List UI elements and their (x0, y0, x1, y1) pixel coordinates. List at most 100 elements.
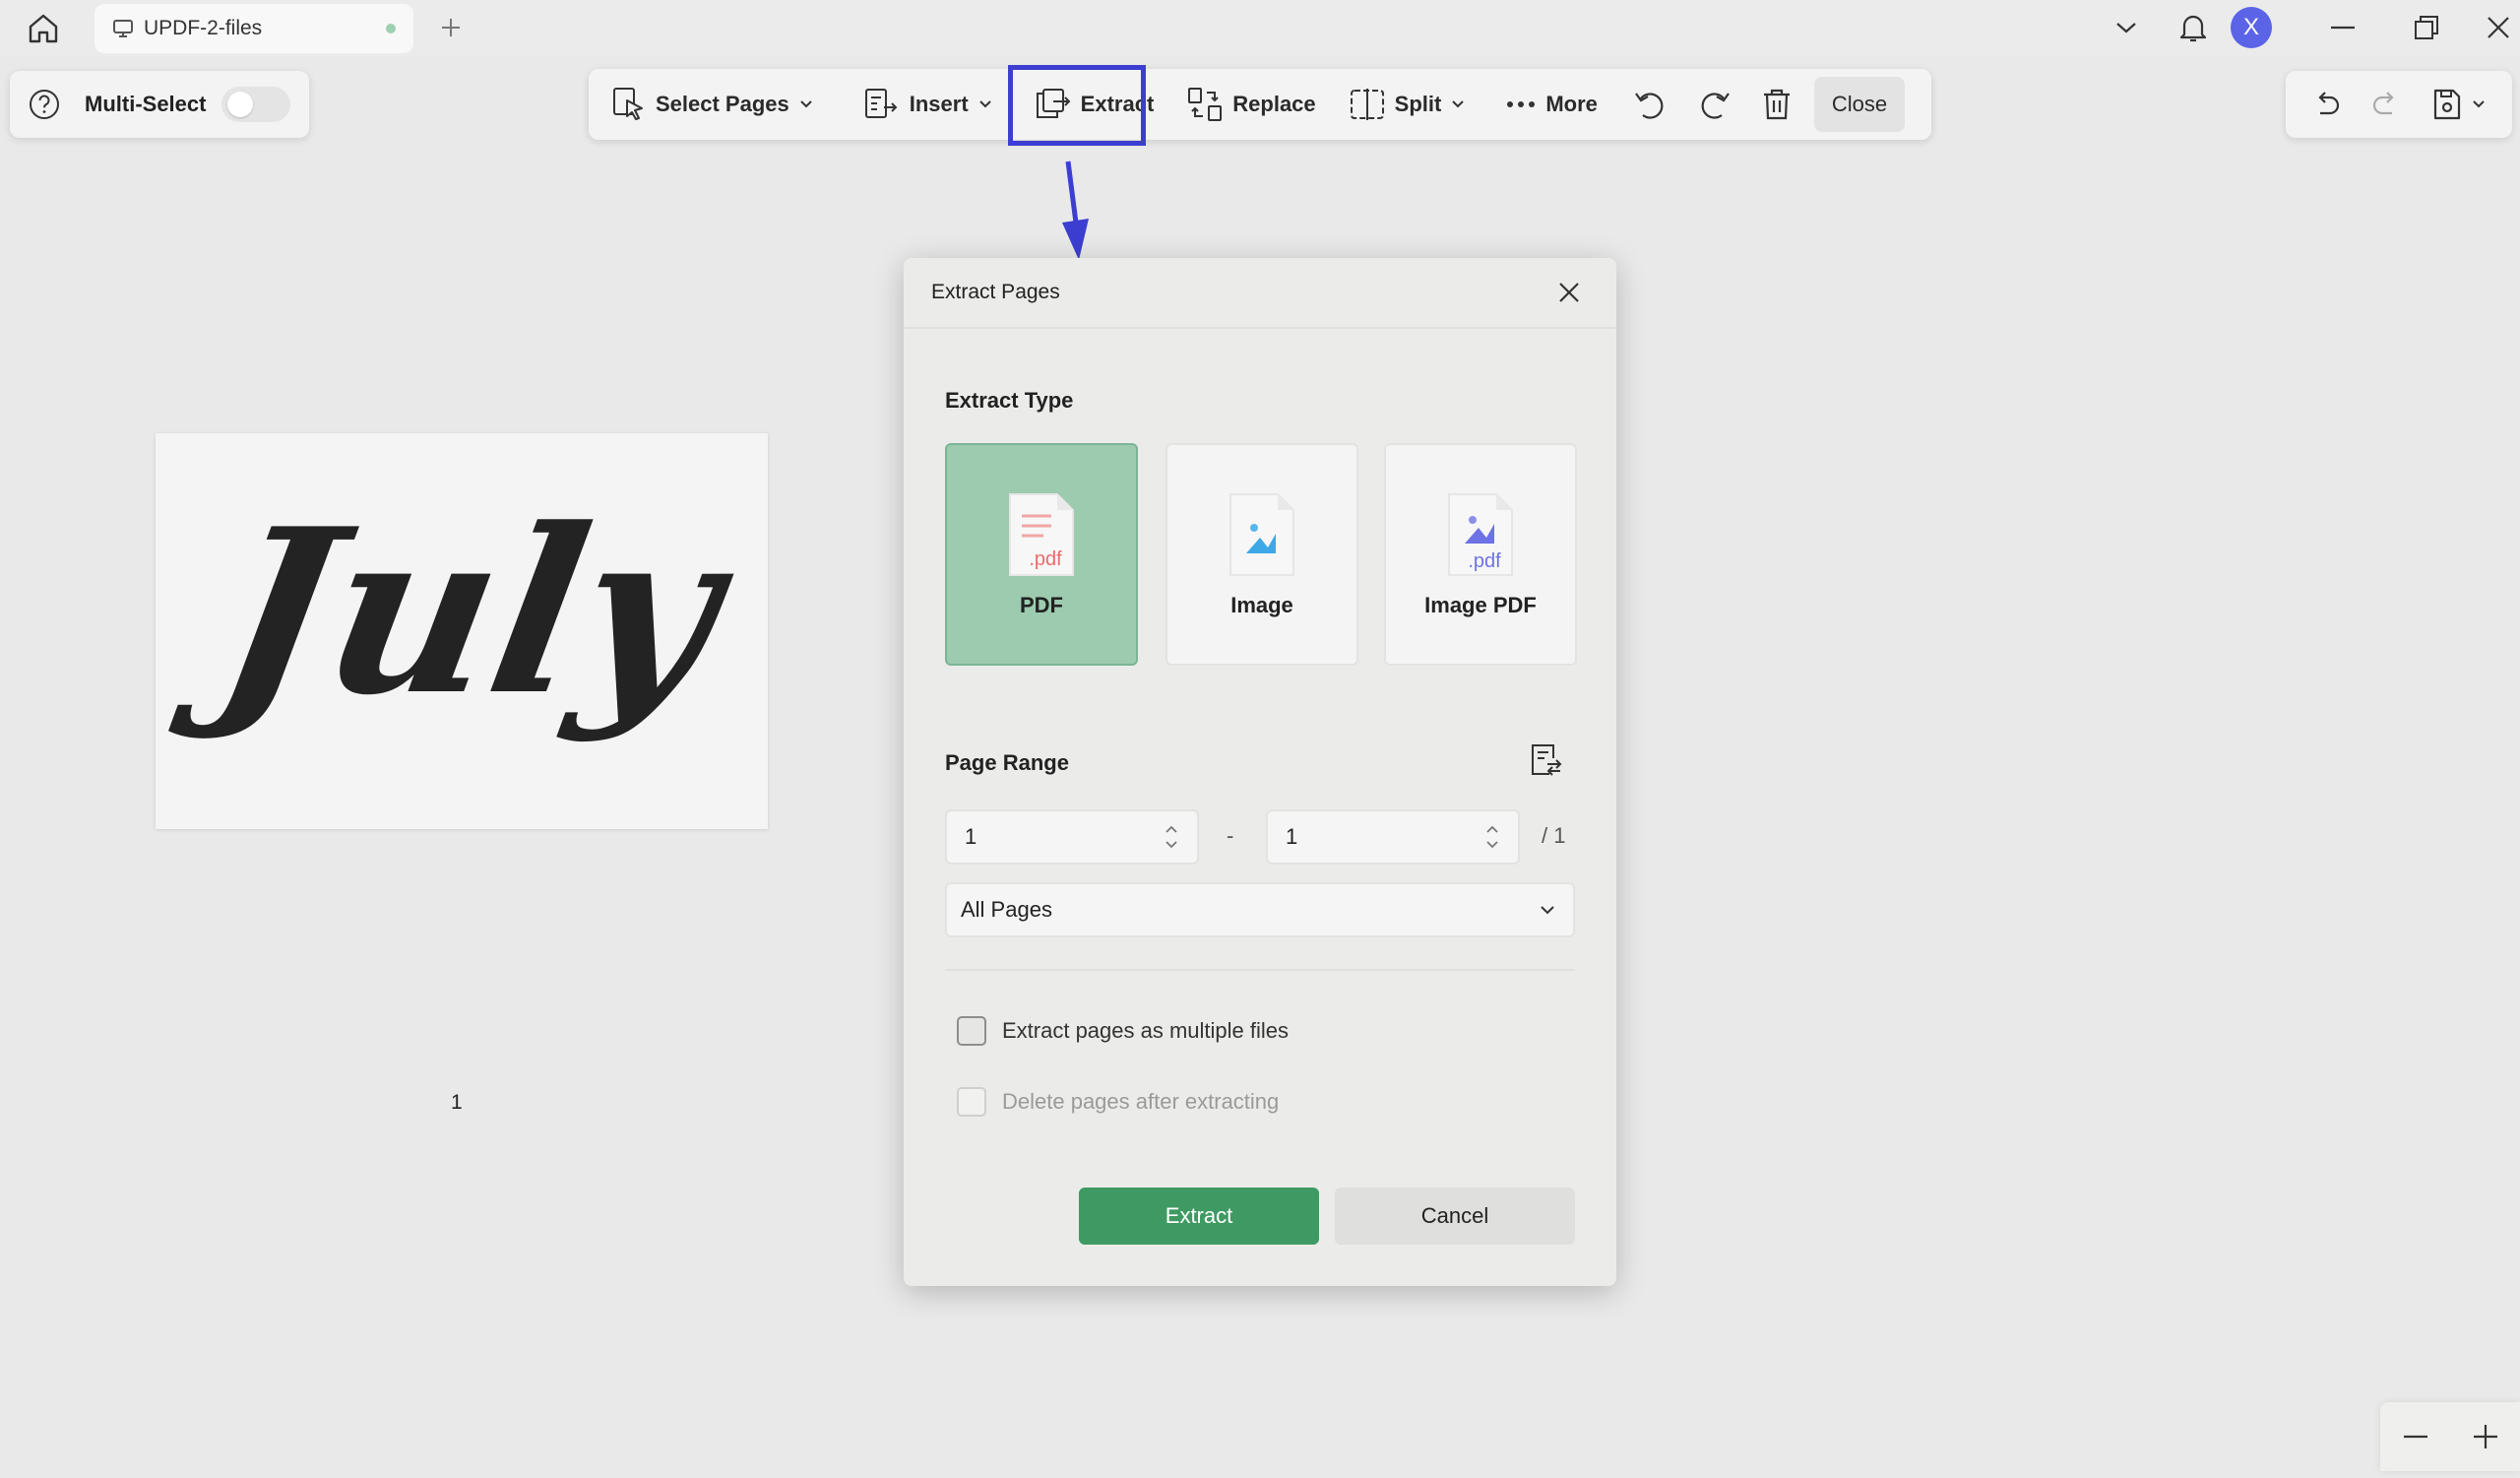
pdf-ext-text: .pdf (1468, 550, 1501, 572)
avatar[interactable]: X (2231, 7, 2272, 48)
window-controls: X (2097, 0, 2520, 55)
multi-select-panel: Multi-Select (10, 71, 309, 138)
range-option-select[interactable]: All Pages (945, 882, 1575, 937)
chevron-down-icon (1541, 906, 1554, 915)
range-from-input[interactable]: 1 (945, 809, 1199, 865)
redo-icon[interactable] (2372, 92, 2400, 117)
arrow-annotation (1062, 161, 1089, 260)
delete-after-extract-checkbox (957, 1087, 986, 1117)
page-content: July (165, 479, 751, 745)
close-window-button[interactable] (2459, 16, 2520, 39)
page-script-text: July (165, 479, 751, 745)
stepper-icon[interactable] (1164, 822, 1179, 852)
extract-type-title: Extract Type (945, 388, 1074, 413)
divider (945, 969, 1575, 971)
extract-multiple-checkbox[interactable] (957, 1016, 986, 1046)
type-label-image-pdf: Image PDF (1424, 593, 1537, 617)
chevron-down-icon (1452, 100, 1465, 108)
rotate-right-icon (1701, 93, 1730, 119)
more-button[interactable]: More (1496, 77, 1607, 132)
range-total: / 1 (1542, 823, 1566, 848)
image-pdf-file-icon: .pdf (1448, 493, 1513, 576)
range-to-value: 1 (1286, 824, 1298, 849)
type-card-image[interactable]: Image (1166, 443, 1358, 666)
select-pages-button[interactable]: Select Pages (602, 77, 823, 132)
chevron-down-icon (2116, 23, 2136, 33)
replace-icon (1188, 88, 1223, 121)
pdf-ext-text: .pdf (1029, 548, 1062, 570)
rotate-left-icon (1634, 93, 1664, 119)
toggle-knob (227, 92, 254, 117)
stepper-icon[interactable] (1484, 822, 1500, 852)
cancel-button[interactable]: Cancel (1335, 1188, 1575, 1245)
zoom-out-icon[interactable] (2403, 1435, 2427, 1439)
range-dash: - (1227, 823, 1234, 848)
rotate-right-button[interactable] (1682, 77, 1745, 132)
zoom-controls (2380, 1402, 2520, 1471)
type-label-pdf: PDF (1020, 593, 1063, 617)
chevron-down-icon (978, 100, 991, 108)
chevron-down-icon (2473, 100, 2486, 108)
close-icon (2488, 17, 2509, 38)
extract-multiple-files-option[interactable]: Extract pages as multiple files (957, 1016, 1289, 1046)
type-card-image-pdf[interactable]: .pdf Image PDF (1384, 443, 1577, 666)
insert-label: Insert (909, 92, 969, 116)
help-icon[interactable] (28, 88, 61, 121)
unsaved-dot (386, 24, 396, 33)
home-icon (29, 14, 58, 43)
tab-title: UPDF-2-files (144, 17, 263, 39)
trash-icon (1763, 89, 1790, 120)
document-tab[interactable]: UPDF-2-files (94, 4, 413, 53)
image-file-icon (1229, 493, 1294, 576)
zoom-in-icon[interactable] (2473, 1425, 2497, 1448)
replace-button[interactable]: Replace (1177, 77, 1325, 132)
chevron-down-icon (800, 100, 812, 108)
restore-icon (2415, 16, 2438, 39)
type-card-pdf[interactable]: .pdf PDF (945, 443, 1138, 666)
page-range-title: Page Range (945, 750, 1069, 775)
save-icon (2434, 89, 2461, 120)
delete-after-extract-label: Delete pages after extracting (1002, 1089, 1280, 1114)
close-mode-button[interactable]: Close (1813, 77, 1906, 132)
delete-button[interactable] (1745, 77, 1808, 132)
extract-multiple-label: Extract pages as multiple files (1002, 1018, 1290, 1043)
extract-highlight-box (1008, 65, 1146, 146)
notifications-button[interactable] (2156, 12, 2231, 43)
type-label-image: Image (1230, 593, 1293, 617)
page-thumbnail[interactable]: July (156, 433, 768, 829)
select-pages-icon (613, 88, 643, 120)
history-panel (2286, 71, 2512, 138)
multi-select-toggle[interactable] (221, 87, 291, 122)
select-pages-label: Select Pages (656, 92, 789, 116)
insert-icon (864, 89, 898, 118)
new-tab-button[interactable] (429, 6, 472, 49)
more-icon (1507, 101, 1536, 107)
rotate-left-button[interactable] (1619, 77, 1682, 132)
extract-confirm-button[interactable]: Extract (1079, 1188, 1319, 1245)
page-toolbar: Select Pages Insert Extract Replace Spli (589, 69, 1931, 140)
replace-label: Replace (1232, 92, 1316, 116)
dialog-header: Extract Pages (904, 258, 1616, 329)
range-from-value: 1 (965, 824, 977, 849)
minimize-icon (2331, 26, 2355, 30)
split-button[interactable]: Split (1340, 77, 1476, 132)
home-button[interactable] (18, 6, 69, 51)
delete-after-extract-option: Delete pages after extracting (957, 1087, 1279, 1117)
monitor-icon (113, 20, 133, 37)
undo-icon[interactable] (2312, 92, 2340, 117)
page-range-swap-icon[interactable] (1528, 742, 1563, 778)
minimize-button[interactable] (2292, 26, 2394, 30)
dialog-title: Extract Pages (931, 281, 1060, 303)
page-number-label: 1 (451, 1091, 463, 1114)
range-to-input[interactable]: 1 (1266, 809, 1520, 865)
restore-button[interactable] (2394, 15, 2459, 40)
save-button[interactable] (2432, 88, 2486, 121)
close-icon (1559, 283, 1579, 302)
extract-pages-dialog: Extract Pages Extract Type .pdf PDF Imag… (904, 258, 1616, 1286)
dialog-close-button[interactable] (1549, 273, 1589, 312)
insert-button[interactable]: Insert (854, 77, 1002, 132)
tab-list-button[interactable] (2097, 21, 2156, 34)
range-option-value: All Pages (961, 897, 1052, 922)
multi-select-label: Multi-Select (85, 92, 207, 116)
split-label: Split (1394, 92, 1442, 116)
